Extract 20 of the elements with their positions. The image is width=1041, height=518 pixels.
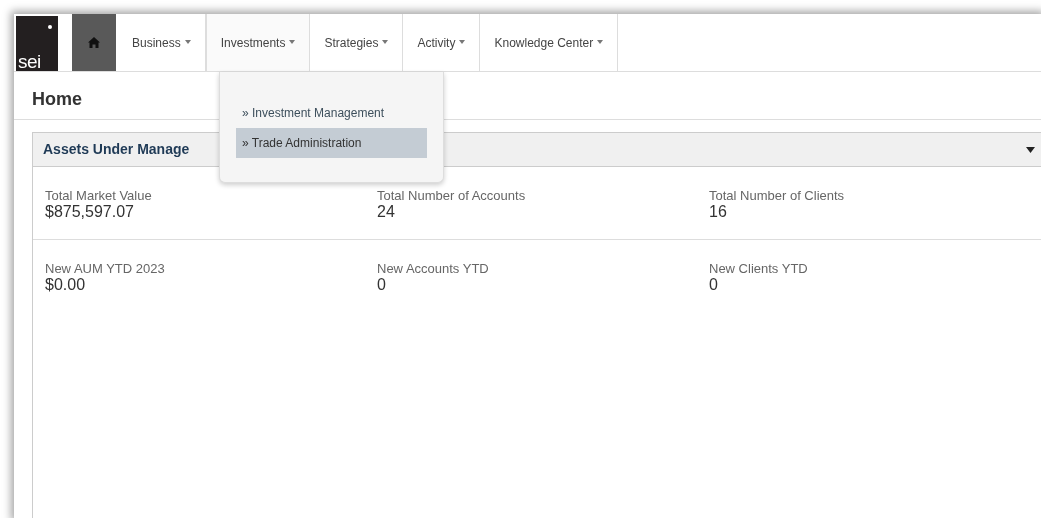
nav-menu[interactable]: Knowledge Center [480,14,619,71]
stat-label: Total Number of Accounts [377,189,527,204]
nav-menu[interactable]: Strategies [310,14,404,71]
stat-value: $0.00 [45,276,87,294]
stat-value: $875,597.07 [45,203,135,221]
stat-label: Total Market Value [45,189,153,204]
stat-label: New AUM YTD 2023 [45,261,166,277]
stat-value: 16 [709,203,728,221]
logo[interactable]: sei [16,16,58,71]
stat-label: Total Number of Clients [709,189,846,204]
panel-title: Assets Under Manage [43,140,190,159]
menu-item[interactable]: » Trade Administration [236,128,427,158]
stat-value: 0 [709,276,719,294]
stat-value: 0 [377,276,387,294]
stat-label: New Clients YTD [709,261,809,277]
nav-menu[interactable]: Business [116,14,206,71]
nav-menu[interactable]: Investments [205,14,311,71]
stat-label: New Accounts YTD [377,261,490,277]
nav-menu[interactable]: Activity [403,14,481,71]
stat-value: 24 [377,203,396,221]
